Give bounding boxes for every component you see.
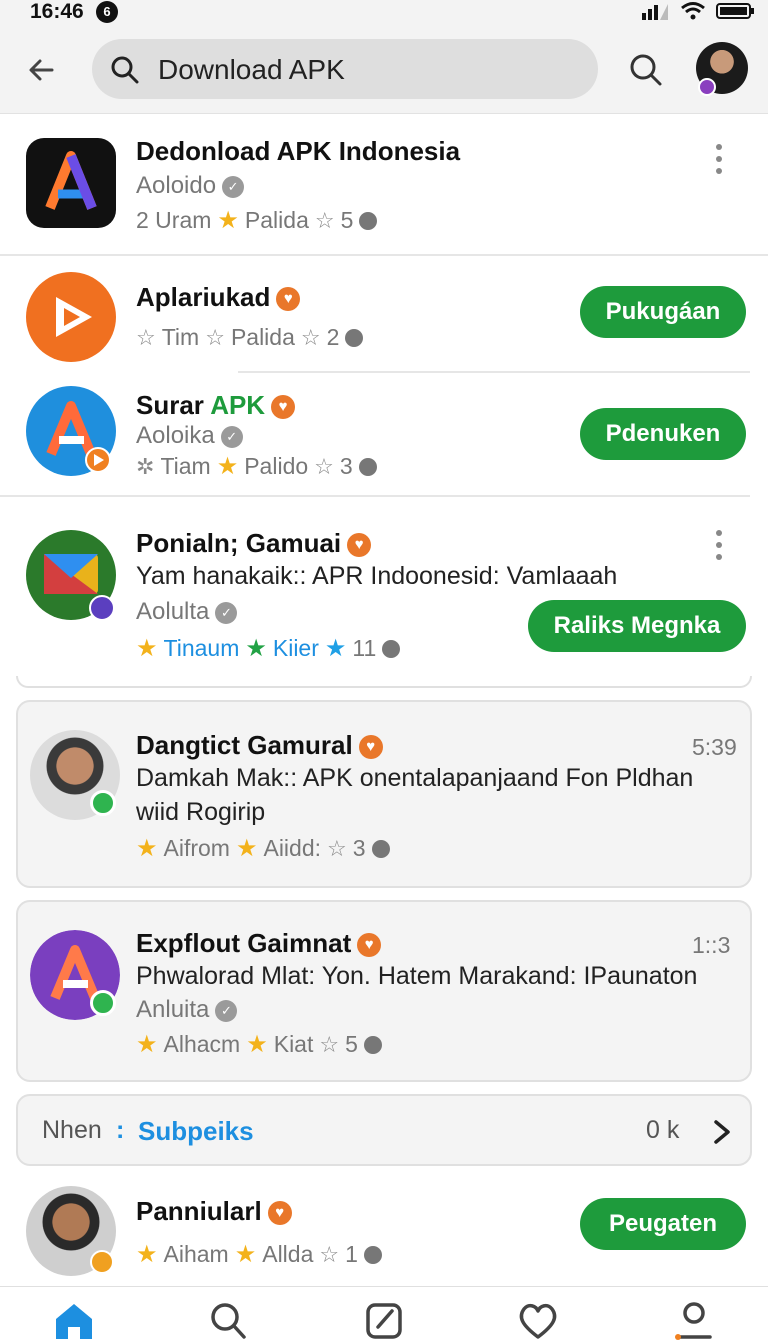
message-card[interactable]: Expflout Gaimnat ♥ 1::3 Phwalorad Mlat: Y… xyxy=(16,900,752,1082)
app-logo-icon xyxy=(26,530,116,620)
app-title: Surar APK ♥ xyxy=(136,390,296,421)
download-icon xyxy=(359,211,378,230)
card-time: 5:39 xyxy=(692,734,737,760)
see-all-count: 0 k xyxy=(646,1116,680,1144)
app-subtitle: Aoloido ✓ xyxy=(136,172,245,200)
divider xyxy=(0,254,768,256)
search-icon[interactable] xyxy=(204,1299,252,1341)
app-meta: ★ Aiham ★ Allda ☆ 1 xyxy=(136,1240,382,1269)
card-subtitle: Anluita ✓ xyxy=(136,996,238,1024)
divider xyxy=(238,371,750,373)
verified-badge-icon: ♥ xyxy=(271,395,296,420)
app-title: Panniularl ♥ xyxy=(136,1196,292,1227)
profile-icon[interactable] xyxy=(670,1299,718,1341)
list-item[interactable]: Panniularl ♥ ★ Aiham ★ Allda ☆ 1 Peugaten xyxy=(0,1178,768,1284)
app-title: Dedonload APK Indonesia xyxy=(136,136,461,166)
see-all-label: Nhen xyxy=(42,1116,102,1144)
verified-badge-icon: ♥ xyxy=(357,933,382,958)
verified-icon: ✓ xyxy=(222,175,245,198)
phone-badge-icon xyxy=(90,790,116,816)
search-query-text: Download APK xyxy=(158,54,345,85)
list-item[interactable]: Aplariukad ♥ ☆ Tim ☆ Palida ☆ 2 Pukugáan xyxy=(0,262,768,372)
star-icon: ★ xyxy=(217,207,239,234)
star-outline-icon: ☆ xyxy=(314,207,335,233)
search-button-icon[interactable] xyxy=(626,50,666,90)
more-options-icon[interactable] xyxy=(716,530,724,566)
search-field[interactable]: Download APK xyxy=(92,39,598,99)
card-title: Dangtict Gamural ♥ xyxy=(136,730,383,761)
verified-badge-icon: ♥ xyxy=(358,735,383,760)
home-icon[interactable] xyxy=(50,1299,98,1341)
card-meta: ★ Aifrom ★ Aiidd: ☆ 3 xyxy=(136,834,390,863)
card-description-line2: wiid Rogirip xyxy=(136,798,266,826)
download-icon xyxy=(345,328,364,347)
verified-icon: ✓ xyxy=(215,999,238,1022)
app-subtitle: Aoloika ✓ xyxy=(136,422,243,450)
verified-icon: ✓ xyxy=(215,601,238,624)
app-title: Ponialn; Gamuai ♥ xyxy=(136,528,372,559)
card-description: Damkah Mak:: APK onentalapanjaand Fon Pl… xyxy=(136,764,694,792)
download-icon xyxy=(382,639,401,658)
card-description: Phwalorad Mlat: Yon. Hatem Marakand: IPa… xyxy=(136,962,698,990)
status-time: 16:46 xyxy=(30,0,84,23)
heart-icon[interactable] xyxy=(514,1299,562,1341)
wifi-icon xyxy=(681,2,705,20)
app-meta: 2 Uram ★ Palida ☆ 5 xyxy=(136,206,378,235)
app-title: Aplariukad ♥ xyxy=(136,282,301,313)
app-description: Yam hanakaik:: APR Indoonesid: Vamlaaah xyxy=(136,562,618,590)
see-all-separator: : xyxy=(116,1116,125,1144)
install-button[interactable]: Peugaten xyxy=(580,1198,746,1250)
avatar-status-dot xyxy=(698,78,716,96)
more-options-icon[interactable] xyxy=(716,144,724,180)
divider xyxy=(0,495,750,497)
verified-badge-icon: ♥ xyxy=(267,1201,292,1226)
notification-count-badge: 6 xyxy=(96,1,118,23)
battery-icon xyxy=(716,3,754,19)
app-subtitle: Aolulta ✓ xyxy=(136,598,238,626)
install-button[interactable]: Pdenuken xyxy=(580,408,746,460)
download-icon xyxy=(358,457,377,476)
bottom-navigation xyxy=(0,1286,768,1344)
app-meta: ★ Tinaum ★ Kiier ★ 11 xyxy=(136,634,401,663)
download-icon xyxy=(371,839,390,858)
top-app-bar: Download APK xyxy=(0,26,768,114)
download-icon xyxy=(363,1245,382,1264)
app-logo-icon xyxy=(26,386,116,476)
card-meta: ★ Alhacm ★ Kiat ☆ 5 xyxy=(136,1030,382,1059)
see-all-row[interactable]: Nhen : Subpeiks 0 k xyxy=(16,1094,752,1166)
card-title: Expflout Gaimnat ♥ xyxy=(136,928,382,959)
chevron-right-icon[interactable] xyxy=(708,1116,736,1148)
see-all-link[interactable]: Subpeiks xyxy=(138,1116,254,1147)
list-item[interactable]: Surar APK ♥ Aoloika ✓ ✲ Tiam ★ Palido ☆ 3 Pdenu… xyxy=(0,380,768,496)
list-item[interactable]: Dedonload APK Indonesia Aoloido ✓ 2 Uram ★… xyxy=(0,116,768,256)
install-button[interactable]: Raliks Megnka xyxy=(528,600,746,652)
list-item[interactable]: Ponialn; Gamuai ♥ Yam hanakaik:: APR Indo… xyxy=(0,504,768,686)
edit-icon[interactable] xyxy=(360,1299,408,1341)
verified-icon: ✓ xyxy=(220,425,243,448)
install-button[interactable]: Pukugáan xyxy=(580,286,746,338)
profile-avatar[interactable] xyxy=(696,42,748,96)
phone-badge-icon xyxy=(90,990,116,1016)
message-card[interactable]: Dangtict Gamural ♥ 5:39 Damkah Mak:: APK … xyxy=(16,700,752,888)
download-icon xyxy=(363,1035,382,1054)
app-meta: ✲ Tiam ★ Palido ☆ 3 xyxy=(136,452,377,481)
status-bar: 16:46 6 xyxy=(0,0,768,26)
search-icon xyxy=(111,56,139,84)
signal-icon xyxy=(642,4,668,20)
app-logo-icon xyxy=(26,138,116,228)
app-meta: ☆ Tim ☆ Palida ☆ 2 xyxy=(136,324,364,351)
verified-badge-icon: ♥ xyxy=(276,287,301,312)
verified-badge-icon: ♥ xyxy=(347,533,372,558)
status-icons xyxy=(640,1,756,21)
card-time: 1::3 xyxy=(692,932,731,958)
back-arrow-icon[interactable] xyxy=(22,50,62,90)
card-bottom-edge xyxy=(16,676,752,688)
user-badge-icon xyxy=(90,1250,114,1274)
app-logo-icon xyxy=(26,272,116,362)
